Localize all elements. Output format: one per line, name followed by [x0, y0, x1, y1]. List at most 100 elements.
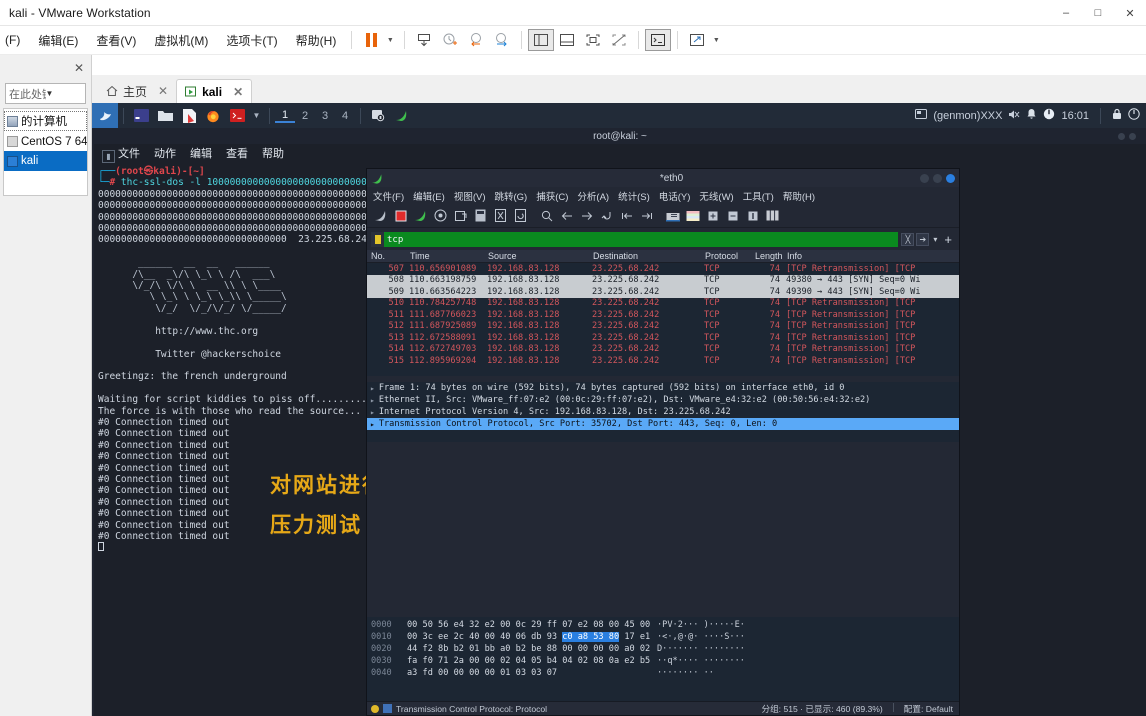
show-sidebar-icon[interactable] [528, 29, 555, 51]
unity-icon[interactable] [606, 29, 632, 51]
col-length[interactable]: Length [752, 251, 784, 261]
go-first-icon[interactable] [618, 207, 635, 224]
apply-filter-icon[interactable]: ➔ [916, 233, 930, 246]
zoom-out-icon[interactable] [724, 207, 741, 224]
terminal-menu-edit[interactable]: 编辑 [190, 145, 212, 161]
tree-node-kali[interactable]: kali [4, 151, 87, 171]
packet-list[interactable]: 507 110.656901089 192.168.83.128 23.225.68.… [367, 263, 959, 376]
ws-menu-edit[interactable]: 编辑(E) [413, 189, 445, 203]
packet-row[interactable]: 515 112.895969204 192.168.83.128 23.225.68.… [367, 355, 959, 367]
menu-vm[interactable]: 虚拟机(M) [145, 32, 217, 49]
power-icon-2[interactable] [1128, 108, 1140, 123]
close-icon[interactable]: ✕ [158, 84, 168, 98]
show-console-icon[interactable] [554, 29, 580, 51]
chevron-down-icon[interactable]: ▼ [384, 29, 398, 51]
chevron-down-icon[interactable]: ▼ [251, 107, 262, 125]
packet-row[interactable]: 514 112.672749703 192.168.83.128 23.225.68.… [367, 344, 959, 356]
stop-capture-icon[interactable] [392, 207, 409, 224]
zoom-reset-icon[interactable] [744, 207, 761, 224]
ws-menu-help[interactable]: 帮助(H) [783, 189, 815, 203]
go-back-icon[interactable] [558, 207, 575, 224]
maximize-icon[interactable] [933, 173, 942, 183]
save-file-icon[interactable] [472, 207, 489, 224]
tree-node-centos[interactable]: CentOS 7 64 位 [4, 131, 87, 151]
col-destination[interactable]: Destination [590, 251, 702, 261]
bookmark-icon[interactable] [371, 232, 384, 247]
detail-row[interactable]: ▸ Transmission Control Protocol, Src Port… [367, 418, 959, 430]
terminal-menu-help[interactable]: 帮助 [262, 145, 284, 161]
menu-edit[interactable]: 编辑(E) [29, 32, 87, 49]
autoscroll-icon[interactable] [664, 207, 681, 224]
find-packet-icon[interactable] [538, 207, 555, 224]
minimize-icon[interactable] [920, 173, 929, 183]
col-no[interactable]: No. [367, 251, 407, 261]
restart-capture-icon[interactable] [412, 207, 429, 224]
text-editor-icon[interactable] [179, 107, 199, 125]
terminal-menu-view[interactable]: 查看 [226, 145, 248, 161]
detail-row[interactable]: ▸ Ethernet II, Src: VMware_ff:07:e2 (00:0… [367, 394, 959, 406]
kali-dragon-icon[interactable] [92, 103, 118, 128]
profile-label[interactable]: 配置: Default [904, 703, 953, 715]
packet-row[interactable]: 510 110.784257748 192.168.83.128 23.225.68.… [367, 298, 959, 310]
close-file-icon[interactable] [492, 207, 509, 224]
screen-icon[interactable] [915, 109, 928, 122]
chevron-down-icon[interactable]: ▼ [46, 89, 83, 98]
detail-row[interactable]: ▸ Internet Protocol Version 4, Src: 192.1… [367, 406, 959, 418]
ws-menu-file[interactable]: 文件(F) [373, 189, 404, 203]
open-file-icon[interactable] [452, 207, 469, 224]
volume-mute-icon[interactable] [1008, 109, 1020, 123]
hex-row[interactable]: 0010 00 3c ee 2c 40 00 40 06 db 93 c0 a8 … [367, 631, 959, 643]
ws-menu-view[interactable]: 视图(V) [454, 189, 486, 203]
packet-row[interactable]: 511 111.687766023 192.168.83.128 23.225.68.… [367, 309, 959, 321]
close-icon[interactable]: ✕ [1114, 0, 1146, 26]
col-info[interactable]: Info [784, 251, 959, 261]
close-icon[interactable]: ✕ [233, 85, 243, 99]
go-forward-icon[interactable] [578, 207, 595, 224]
library-search-input[interactable]: 在此处键入... ▼ [5, 83, 86, 104]
workspace-3[interactable]: 3 [315, 110, 335, 122]
expert-info-icon[interactable] [383, 704, 392, 713]
menu-help[interactable]: 帮助(H) [287, 32, 346, 49]
files-icon[interactable] [155, 107, 175, 125]
chevron-down-icon[interactable]: ▾ [931, 233, 939, 246]
workspace-2[interactable]: 2 [295, 110, 315, 122]
pause-icon[interactable] [358, 29, 384, 51]
expand-arrow-icon[interactable]: ▸ [370, 384, 375, 393]
wireshark-icon[interactable] [392, 107, 412, 125]
expand-arrow-icon[interactable]: ▸ [370, 396, 375, 405]
packet-row[interactable]: 507 110.656901089 192.168.83.128 23.225.68.… [367, 263, 959, 275]
hex-row[interactable]: 0020 44 f2 8b b2 01 bb a0 b2 be 88 00 00 … [367, 643, 959, 655]
capture-options-icon[interactable] [432, 207, 449, 224]
expand-arrow-icon[interactable]: ▸ [370, 408, 375, 417]
tab-kali[interactable]: kali ✕ [176, 79, 253, 103]
snapshot-icon[interactable] [411, 29, 437, 51]
clear-filter-icon[interactable]: ╳ [901, 233, 915, 246]
packet-row[interactable]: 512 111.687925089 192.168.83.128 23.225.68.… [367, 321, 959, 333]
packet-bytes-pane[interactable]: 0000 00 50 56 e4 32 e2 00 0c 29 ff 07 e2 … [367, 617, 959, 701]
col-time[interactable]: Time [407, 251, 485, 261]
close-icon[interactable] [946, 173, 955, 183]
workspace-4[interactable]: 4 [335, 110, 355, 122]
snapshot-revert-icon[interactable] [463, 29, 489, 51]
power-icon[interactable] [1043, 108, 1055, 123]
tree-node-my-computer[interactable]: 的计算机 [4, 111, 87, 131]
bell-icon[interactable] [1026, 108, 1037, 123]
root-terminal-icon[interactable] [227, 107, 247, 125]
lock-icon-2[interactable] [1112, 108, 1122, 123]
firefox-icon[interactable] [203, 107, 223, 125]
menu-view[interactable]: 查看(V) [87, 32, 145, 49]
ws-menu-capture[interactable]: 捕获(C) [536, 189, 568, 203]
workspace-1[interactable]: 1 [275, 109, 295, 123]
terminal-icon[interactable] [131, 107, 151, 125]
terminal-window-controls[interactable] [1118, 132, 1136, 140]
ws-menu-tools[interactable]: 工具(T) [743, 189, 774, 203]
zoom-in-icon[interactable] [704, 207, 721, 224]
ws-menu-wireless[interactable]: 无线(W) [699, 189, 733, 203]
snapshot-manager-icon[interactable] [489, 29, 515, 51]
hex-row[interactable]: 0040 a3 fd 00 00 00 00 01 03 03 07 ·······… [367, 667, 959, 679]
stretch-icon[interactable] [684, 29, 710, 51]
ws-menu-go[interactable]: 跳转(G) [494, 189, 527, 203]
reload-icon[interactable] [512, 207, 529, 224]
capture-status-icon[interactable] [371, 704, 379, 713]
packet-row[interactable]: 508 110.663198759 192.168.83.128 23.225.68.… [367, 274, 959, 286]
